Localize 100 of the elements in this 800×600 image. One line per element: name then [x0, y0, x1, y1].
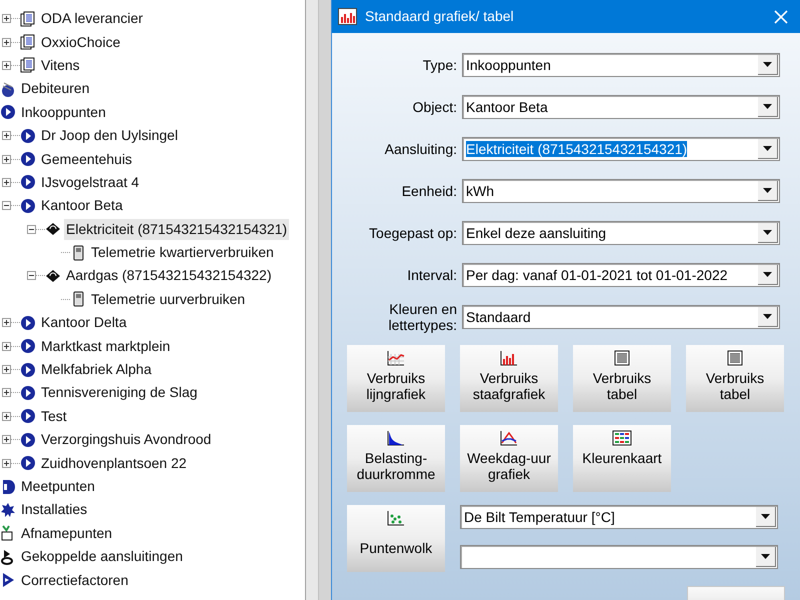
dropdown-button[interactable]: [758, 265, 778, 285]
collapse-icon[interactable]: [2, 201, 11, 210]
tree-item[interactable]: Dr Joop den Uylsingel: [39, 125, 180, 146]
expand-icon[interactable]: [2, 435, 11, 444]
caret-icon: [763, 314, 772, 319]
tree-item[interactable]: Vitens: [39, 54, 82, 76]
dropdown-button[interactable]: [758, 139, 778, 159]
play-circle-icon: [20, 384, 36, 401]
dropdown-field[interactable]: Kantoor Beta: [462, 95, 780, 119]
tree-item[interactable]: Gekoppelde aansluitingen: [19, 546, 185, 568]
tree-item[interactable]: Aardgas (871543215432154322): [64, 265, 274, 286]
play-circle-icon: [20, 314, 36, 331]
scrollbar[interactable]: [306, 0, 319, 600]
expand-icon[interactable]: [2, 131, 11, 140]
document-icon: [20, 10, 36, 27]
tree-item[interactable]: Kantoor Beta: [39, 195, 125, 216]
field-label: Kleuren en lettertypes:: [388, 301, 457, 333]
tree-item[interactable]: IJsvogelstraat 4: [39, 172, 142, 193]
tree-item[interactable]: Meetpunten: [19, 476, 97, 497]
dropdown-button[interactable]: [758, 181, 778, 201]
tree-item[interactable]: Debiteuren: [19, 78, 92, 100]
chart-button[interactable]: Verbruiks tabel: [573, 345, 671, 412]
tree-item[interactable]: Tennisvereniging de Slag: [39, 382, 200, 404]
field-label: Object:: [412, 99, 457, 115]
tree-item[interactable]: Inkooppunten: [19, 102, 108, 123]
expand-icon[interactable]: [2, 342, 11, 351]
dropdown-field[interactable]: kWh: [462, 179, 780, 203]
play-circle-icon: [20, 198, 36, 214]
caret-icon: [763, 146, 772, 151]
expand-icon[interactable]: [2, 458, 11, 468]
caret-icon: [763, 62, 772, 67]
collapse-icon[interactable]: [27, 271, 36, 280]
grid-icon: [612, 430, 632, 446]
expand-icon[interactable]: [2, 60, 11, 70]
tree-item[interactable]: Test: [39, 406, 69, 427]
chart-button[interactable]: Verbruiks lijngrafiek: [347, 345, 445, 412]
dropdown-field[interactable]: Enkel deze aansluiting: [462, 221, 780, 245]
tree-item[interactable]: Marktkast marktplein: [39, 336, 172, 357]
star-burst-icon: [0, 502, 16, 518]
chart-button[interactable]: Belasting-duurkromme: [347, 425, 445, 492]
dropdown-field[interactable]: Inkooppunten: [462, 53, 780, 77]
document-icon: [612, 350, 632, 366]
document-icon: [20, 34, 36, 50]
tree-item[interactable]: Afnamepunten: [19, 522, 114, 544]
scatter-chart-icon: [386, 510, 406, 526]
close-icon[interactable]: [774, 10, 788, 24]
tree-item[interactable]: Kantoor Delta: [39, 312, 129, 334]
tree-item[interactable]: Zuidhovenplantsoen 22: [39, 452, 189, 474]
dropdown-field[interactable]: Per dag: vanaf 01-01-2021 tot 01-01-2022: [462, 263, 780, 287]
dropdown-button[interactable]: [758, 223, 778, 243]
expand-icon[interactable]: [2, 38, 11, 47]
line-chart-icon: [499, 430, 519, 446]
tree-item[interactable]: Elektriciteit (871543215432154321): [64, 218, 290, 240]
tree-item[interactable]: Telemetrie kwartierverbruiken: [89, 242, 276, 264]
chart-button[interactable]: Puntenwolk: [347, 505, 445, 572]
dropdown-field[interactable]: Elektriciteit (871543215432154321): [462, 137, 780, 161]
tree-item[interactable]: Correctiefactoren: [19, 570, 130, 591]
dropdown-field[interactable]: Standaard: [462, 305, 780, 329]
expand-icon[interactable]: [2, 412, 11, 421]
dropdown-field[interactable]: [460, 545, 778, 569]
dropdown-button[interactable]: [758, 307, 778, 327]
tree-item[interactable]: Melkfabriek Alpha: [39, 359, 154, 380]
collapse-icon[interactable]: [27, 224, 36, 234]
tree-item[interactable]: ODA leverancier: [39, 8, 145, 30]
tree-item[interactable]: Installaties: [19, 499, 90, 520]
dropdown-button[interactable]: [758, 55, 778, 75]
field-label: Interval:: [406, 267, 457, 283]
document-icon: [20, 57, 36, 74]
expand-icon[interactable]: [2, 318, 11, 328]
chart-button[interactable]: Kleurenkaart: [573, 425, 671, 492]
dropdown-field[interactable]: De Bilt Temperatuur [°C]: [460, 505, 778, 529]
tree-item[interactable]: OxxioChoice: [39, 32, 122, 53]
field-label: Eenheid:: [400, 183, 457, 199]
tree-item[interactable]: Gemeentehuis: [39, 148, 134, 170]
expand-icon[interactable]: [2, 365, 11, 374]
line-chart-icon: [386, 350, 406, 366]
caret-icon: [763, 230, 772, 235]
expand-icon[interactable]: [2, 388, 11, 398]
expand-icon[interactable]: [2, 154, 11, 164]
tree-item[interactable]: Verzorgingshuis Avondrood: [39, 429, 214, 450]
tree-item[interactable]: Telemetrie uurverbruiken: [89, 288, 248, 310]
field-label: Toegepast op:: [368, 225, 457, 241]
area-chart-icon: [386, 430, 406, 446]
dropdown-button[interactable]: [758, 97, 778, 117]
expand-icon[interactable]: [2, 178, 11, 187]
caret-icon: [763, 188, 772, 193]
play-circle-icon: [20, 174, 36, 190]
expand-icon[interactable]: [2, 14, 11, 24]
dropdown-button[interactable]: [756, 547, 776, 567]
caret-icon: [763, 104, 772, 109]
bar-chart-icon: [338, 8, 357, 25]
chart-button[interactable]: Verbruiks tabel: [686, 345, 784, 412]
caret-icon: [761, 554, 770, 559]
chart-button[interactable]: Weekdag-uur grafiek: [460, 425, 558, 492]
caret-icon: [763, 272, 772, 277]
diamond-icon: [45, 221, 61, 238]
field-label: Aansluiting:: [384, 141, 457, 157]
dropdown-button[interactable]: [756, 507, 776, 527]
field-label: Type:: [422, 57, 457, 73]
chart-button[interactable]: Verbruiks staafgrafiek: [460, 345, 558, 412]
